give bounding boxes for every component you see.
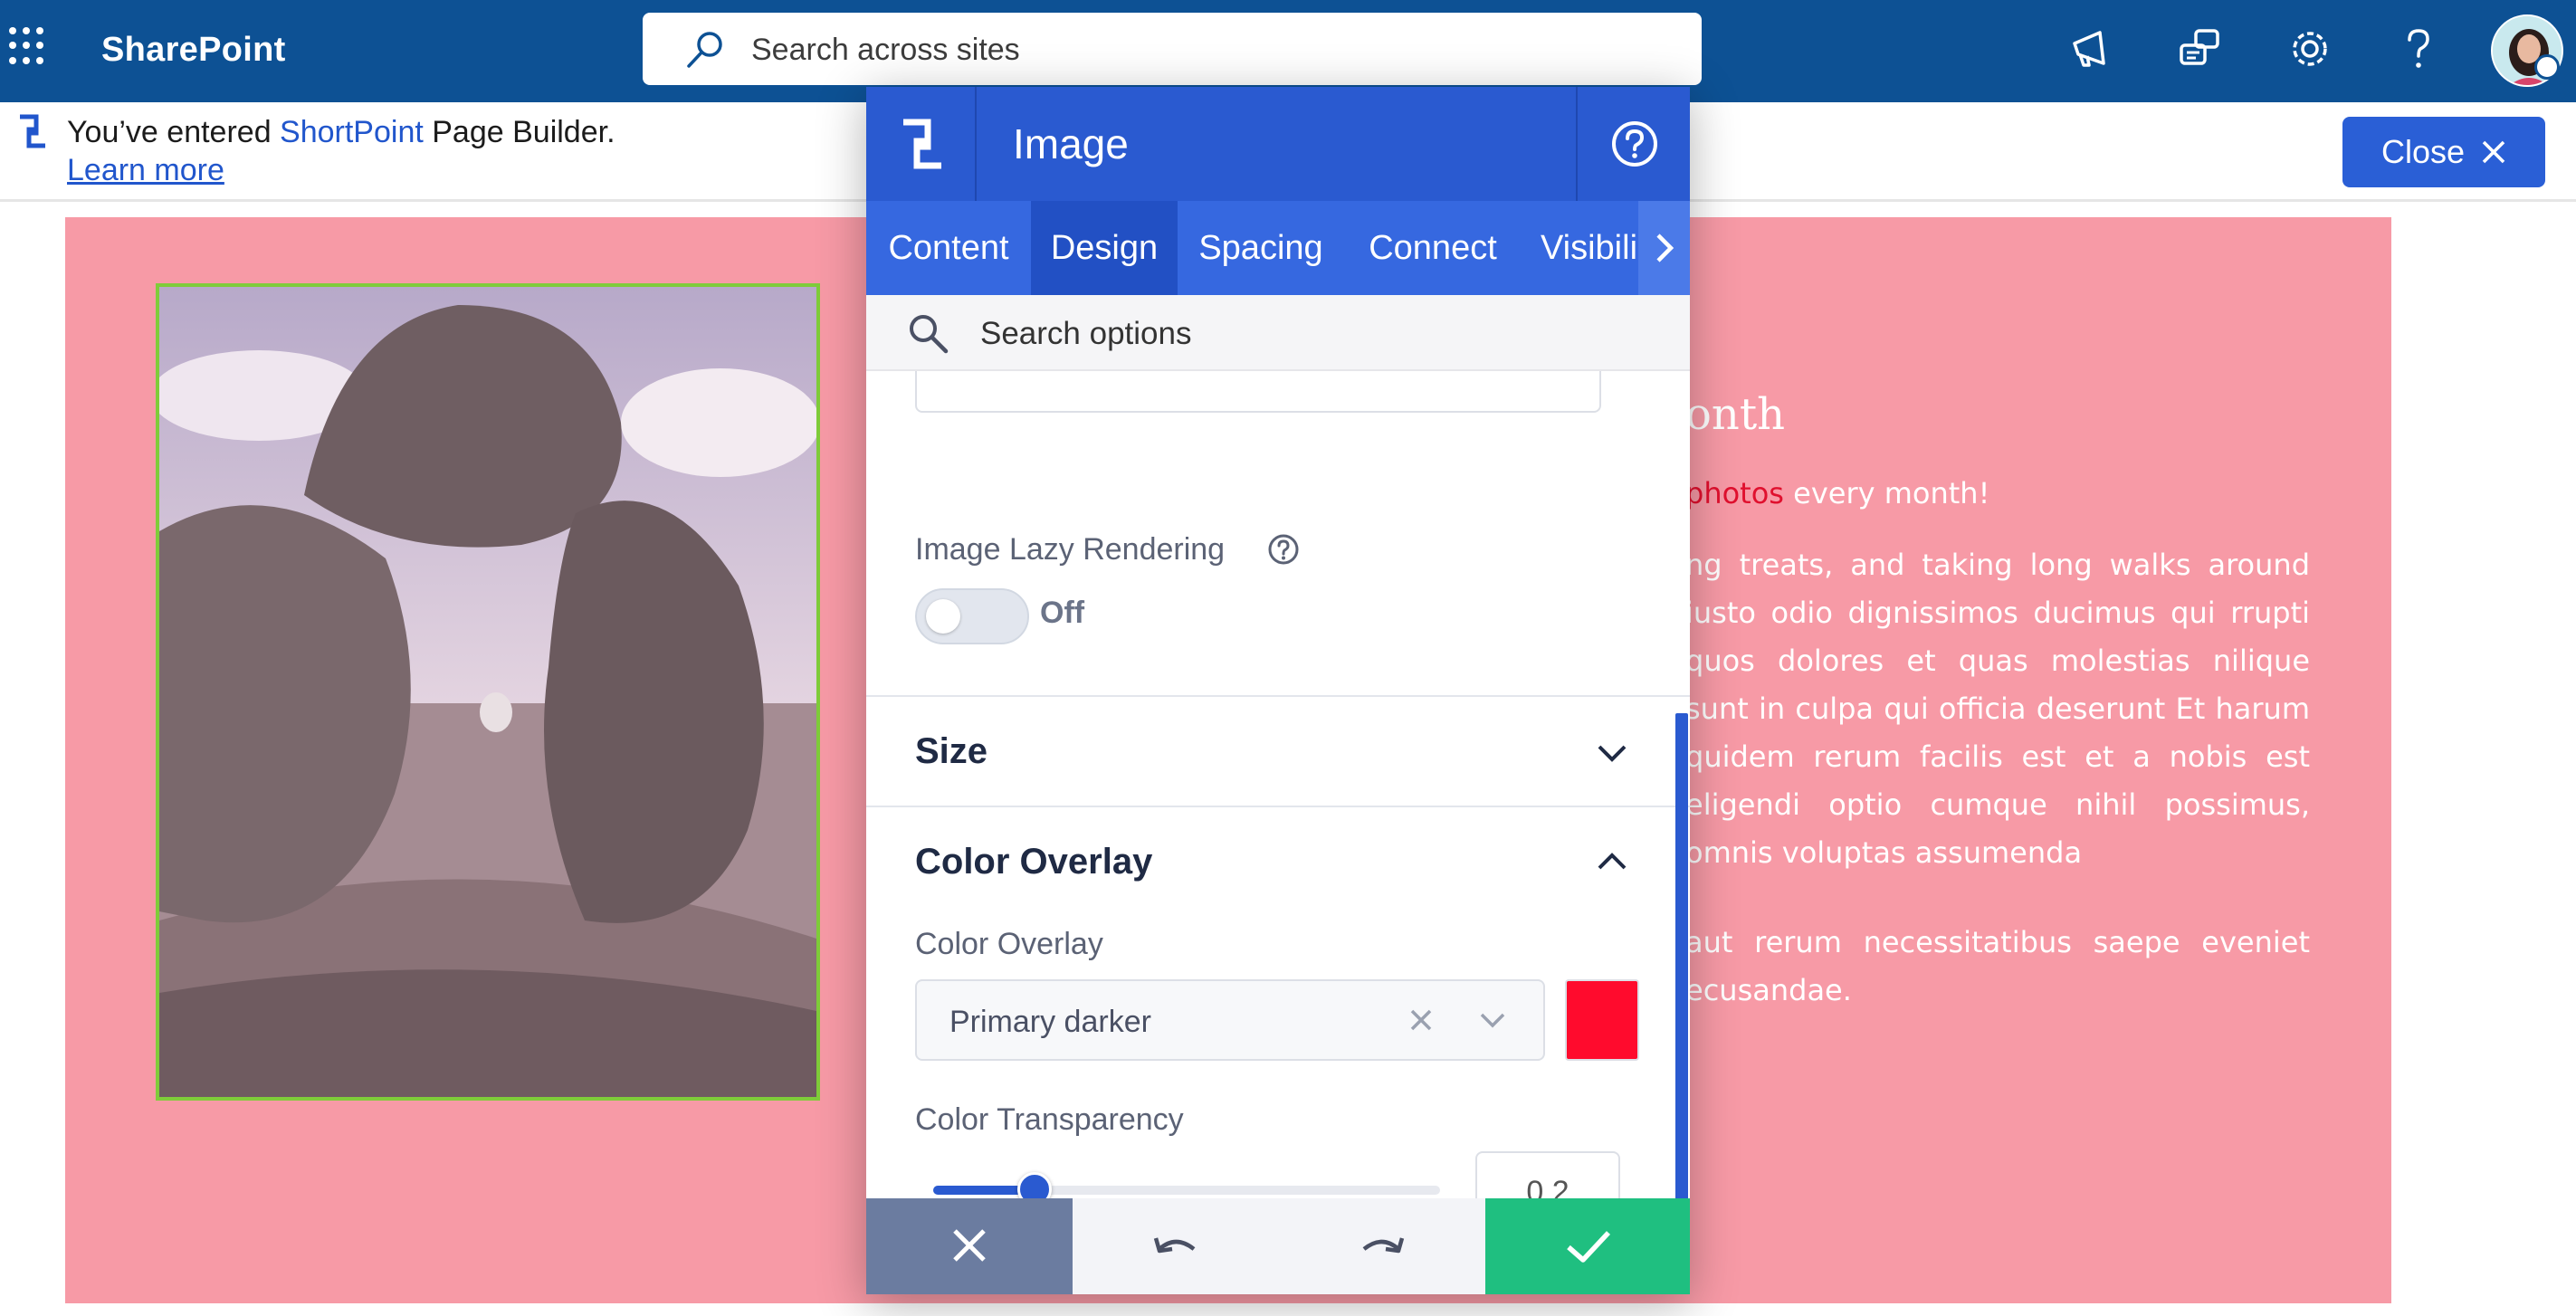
notice-prefix: You’ve entered <box>67 115 281 149</box>
chevron-up-icon[interactable] <box>1596 851 1628 873</box>
link-target-select[interactable] <box>915 371 1601 413</box>
megaphone-icon[interactable] <box>2067 24 2118 74</box>
lazy-rendering-label-text: Image Lazy Rendering <box>915 532 1226 567</box>
checkmark-icon <box>1567 1231 1611 1263</box>
options-search[interactable]: Search options <box>866 295 1690 371</box>
tab-spacing[interactable]: Spacing <box>1178 201 1344 295</box>
subtitle-rest: every month! <box>1783 476 1990 510</box>
chevron-down-icon[interactable] <box>1478 1010 1507 1030</box>
rock-photo-image <box>159 287 816 1097</box>
builder-notice-text: You’ve entered ShortPoint Page Builder. … <box>67 113 628 189</box>
section-text-block: onth photos every month! ng treats, and … <box>1685 389 2310 1056</box>
redo-button[interactable] <box>1279 1198 1485 1294</box>
color-overlay-select[interactable]: Primary darker <box>915 979 1545 1061</box>
panel-header: Image <box>866 87 1690 201</box>
shortpoint-logo-icon <box>20 114 45 148</box>
feedback-icon[interactable] <box>2174 24 2225 74</box>
section-divider <box>866 695 1690 697</box>
settings-gear-icon[interactable] <box>2285 24 2335 74</box>
help-question-icon[interactable] <box>2393 24 2444 74</box>
chevron-down-icon[interactable] <box>1596 742 1628 764</box>
body-paragraph-2: aut rerum necessitatibus saepe eveniet e… <box>1685 925 2310 1007</box>
app-name[interactable]: SharePoint <box>101 31 286 70</box>
lazy-rendering-label: Image Lazy Rendering <box>915 532 1225 567</box>
transparency-slider[interactable] <box>933 1172 1440 1198</box>
size-section-header[interactable]: Size <box>915 731 987 772</box>
panel-logo-cell <box>866 87 977 201</box>
close-icon <box>953 1229 986 1262</box>
image-settings-panel: Image Content Design Spacing Connect Vis… <box>866 87 1690 1294</box>
options-search-placeholder[interactable]: Search options <box>980 316 1191 352</box>
undo-button[interactable] <box>1073 1198 1279 1294</box>
panel-help-button[interactable] <box>1576 87 1690 201</box>
panel-title: Image <box>1013 120 1129 167</box>
tabs-scroll-right-button[interactable] <box>1638 201 1690 295</box>
app-launcher-icon[interactable] <box>9 27 47 65</box>
selected-image-element[interactable] <box>156 283 820 1101</box>
lazy-rendering-state: Off <box>1040 596 1085 630</box>
presence-badge <box>2534 54 2560 80</box>
tab-connect[interactable]: Connect <box>1344 201 1522 295</box>
color-overlay-value: Primary darker <box>949 1005 1151 1039</box>
clear-x-icon[interactable] <box>1407 1006 1435 1034</box>
tab-visibility[interactable]: Visibili <box>1541 201 1638 295</box>
close-icon <box>2482 140 2505 164</box>
transparency-input[interactable]: 0.2 <box>1475 1151 1620 1198</box>
search-icon <box>910 315 949 354</box>
site-search-box[interactable]: Search across sites <box>643 13 1702 85</box>
redo-icon <box>1362 1237 1405 1254</box>
learn-more-link[interactable]: Learn more <box>67 153 224 187</box>
section-subtitle: photos every month! <box>1685 476 2310 510</box>
color-overlay-section-header[interactable]: Color Overlay <box>915 842 1152 882</box>
chevron-right-icon <box>1656 234 1674 262</box>
subtitle-highlight: photos <box>1685 476 1784 510</box>
section-body: ng treats, and taking long walks around … <box>1685 541 2310 1015</box>
cancel-button[interactable] <box>866 1198 1073 1294</box>
panel-footer <box>866 1198 1690 1294</box>
tab-design[interactable]: Design <box>1031 201 1178 295</box>
notice-suffix: Page Builder. <box>423 115 615 149</box>
panel-tabs: Content Design Spacing Connect Visibili <box>866 201 1690 295</box>
undo-icon <box>1153 1237 1196 1254</box>
body-paragraph-1: ng treats, and taking long walks around … <box>1685 548 2310 870</box>
tab-content[interactable]: Content <box>866 201 1031 295</box>
toggle-knob <box>926 599 960 634</box>
panel-body: Image Lazy Rendering Off Size Color Over… <box>866 371 1690 1198</box>
close-builder-button[interactable]: Close <box>2342 117 2545 187</box>
transparency-slider-handle[interactable] <box>1017 1172 1052 1198</box>
shortpoint-logo-icon <box>903 119 941 169</box>
color-swatch[interactable] <box>1565 979 1639 1061</box>
lazy-rendering-help-icon[interactable] <box>1266 532 1301 567</box>
section-title: onth <box>1685 389 1786 440</box>
help-circle-icon <box>1612 121 1657 167</box>
color-transparency-label: Color Transparency <box>915 1102 1184 1137</box>
apply-button[interactable] <box>1485 1198 1690 1294</box>
site-search-placeholder[interactable]: Search across sites <box>751 33 1020 68</box>
section-divider <box>866 806 1690 807</box>
color-overlay-label: Color Overlay <box>915 927 1103 961</box>
search-icon <box>687 32 722 68</box>
notice-product: ShortPoint <box>280 115 424 149</box>
lazy-rendering-toggle[interactable] <box>915 588 1029 644</box>
close-builder-label: Close <box>2380 133 2466 170</box>
